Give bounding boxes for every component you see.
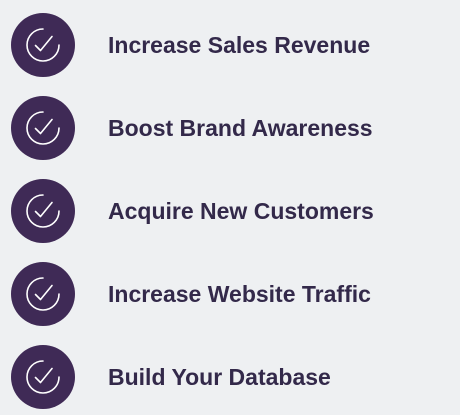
list-item-label: Build Your Database <box>108 363 331 390</box>
list-item-label: Acquire New Customers <box>108 197 374 224</box>
badge-circle <box>11 13 75 77</box>
list-item-label: Increase Website Traffic <box>108 280 371 307</box>
check-circle-icon <box>26 28 60 62</box>
list-item: Build Your Database <box>11 345 460 409</box>
list-item: Increase Sales Revenue <box>11 13 460 77</box>
list-item-label: Increase Sales Revenue <box>108 31 371 58</box>
goals-list: Increase Sales Revenue Boost Brand Aware… <box>0 0 460 415</box>
check-circle-icon <box>26 277 60 311</box>
list-item-label: Boost Brand Awareness <box>108 114 373 141</box>
list-item: Increase Website Traffic <box>11 262 460 326</box>
list-item: Acquire New Customers <box>11 179 460 243</box>
badge-circle <box>11 345 75 409</box>
check-circle-icon <box>26 111 60 145</box>
badge-circle <box>11 179 75 243</box>
badge-circle <box>11 96 75 160</box>
badge-circle <box>11 262 75 326</box>
list-item: Boost Brand Awareness <box>11 96 460 160</box>
check-circle-icon <box>26 194 60 228</box>
check-circle-icon <box>26 360 60 394</box>
